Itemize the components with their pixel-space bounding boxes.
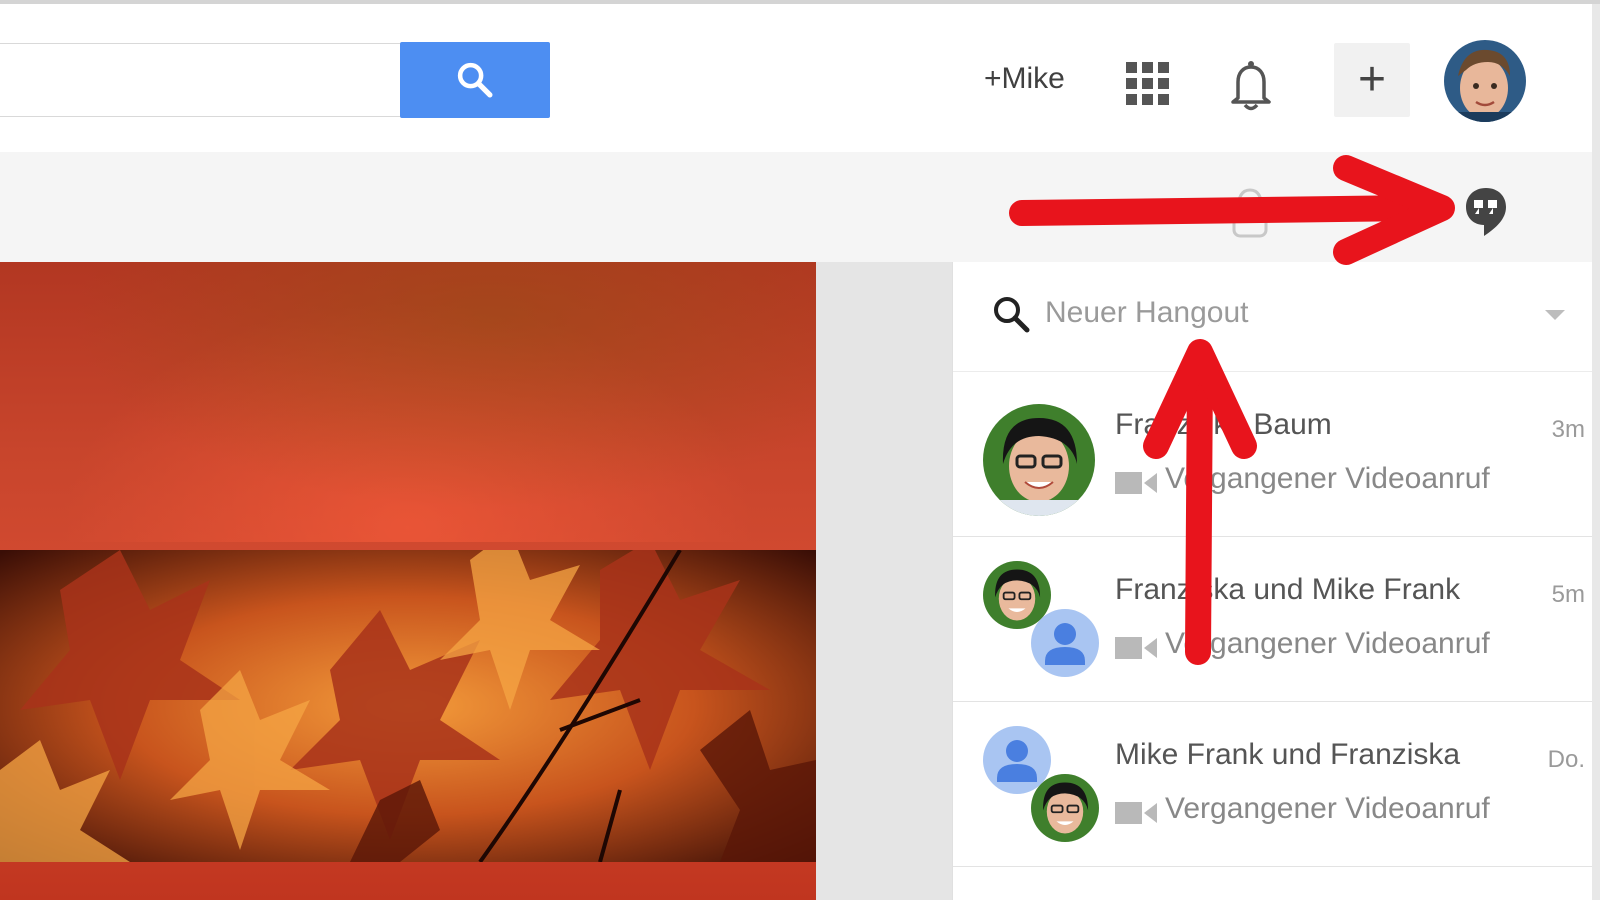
account-avatar-image [1444,40,1526,122]
placeholder-avatar [1031,609,1099,677]
contact-avatar [983,404,1095,516]
cover-image [0,262,816,900]
sub-toolbar [0,152,1600,262]
conversation-item[interactable]: Franziska und Mike Frank 5m Vergangener … [953,537,1600,702]
conversation-item[interactable]: Franziska Baum 3m Vergangener Videoanruf [953,372,1600,537]
notifications-bell-icon[interactable] [1226,58,1276,112]
top-header: +Mike + [0,4,1600,152]
plus-icon: + [1357,53,1387,106]
conversation-time: 3m [1551,416,1585,443]
chevron-down-icon[interactable] [1545,308,1565,322]
new-hangout-input[interactable] [1045,288,1505,338]
conversation-subtitle-row: Vergangener Videoanruf [1115,792,1490,826]
search-button[interactable] [400,42,550,118]
screenshot-frame: +Mike + Neuer Hangout Franziska Baum 3m … [0,0,1600,900]
conversation-title: Mike Frank und Franziska [1115,738,1461,771]
search-input[interactable] [0,43,400,117]
conversation-item[interactable]: Mike Frank und Franziska Do. Vergangener… [953,702,1600,867]
conversation-subtitle: Vergangener Videoanruf [1165,627,1490,660]
autumn-leaves-photo [0,550,816,862]
window-right-edge [1592,4,1600,900]
profile-link[interactable]: +Mike [984,62,1065,96]
conversation-time: Do. [1547,746,1585,773]
people-icon[interactable] [1228,184,1272,240]
share-button[interactable]: + [1334,43,1410,117]
hangouts-icon[interactable] [1464,186,1508,238]
cover-gradient [0,262,816,542]
new-hangout-search [953,262,1600,372]
contact-avatar [1031,774,1099,842]
conversation-time: 5m [1551,581,1585,608]
account-avatar[interactable] [1444,40,1526,122]
conversation-subtitle: Vergangener Videoanruf [1165,792,1490,825]
conversation-subtitle-row: Vergangener Videoanruf [1115,462,1490,496]
conversation-title: Franziska und Mike Frank [1115,573,1461,606]
apps-grid-icon[interactable] [1126,62,1170,106]
search-icon [457,62,493,98]
search-icon [994,297,1030,333]
conversation-title: Franziska Baum [1115,408,1332,441]
conversation-subtitle: Vergangener Videoanruf [1165,462,1490,495]
hangouts-panel: Franziska Baum 3m Vergangener Videoanruf [952,262,1600,900]
conversation-subtitle-row: Vergangener Videoanruf [1115,627,1490,661]
